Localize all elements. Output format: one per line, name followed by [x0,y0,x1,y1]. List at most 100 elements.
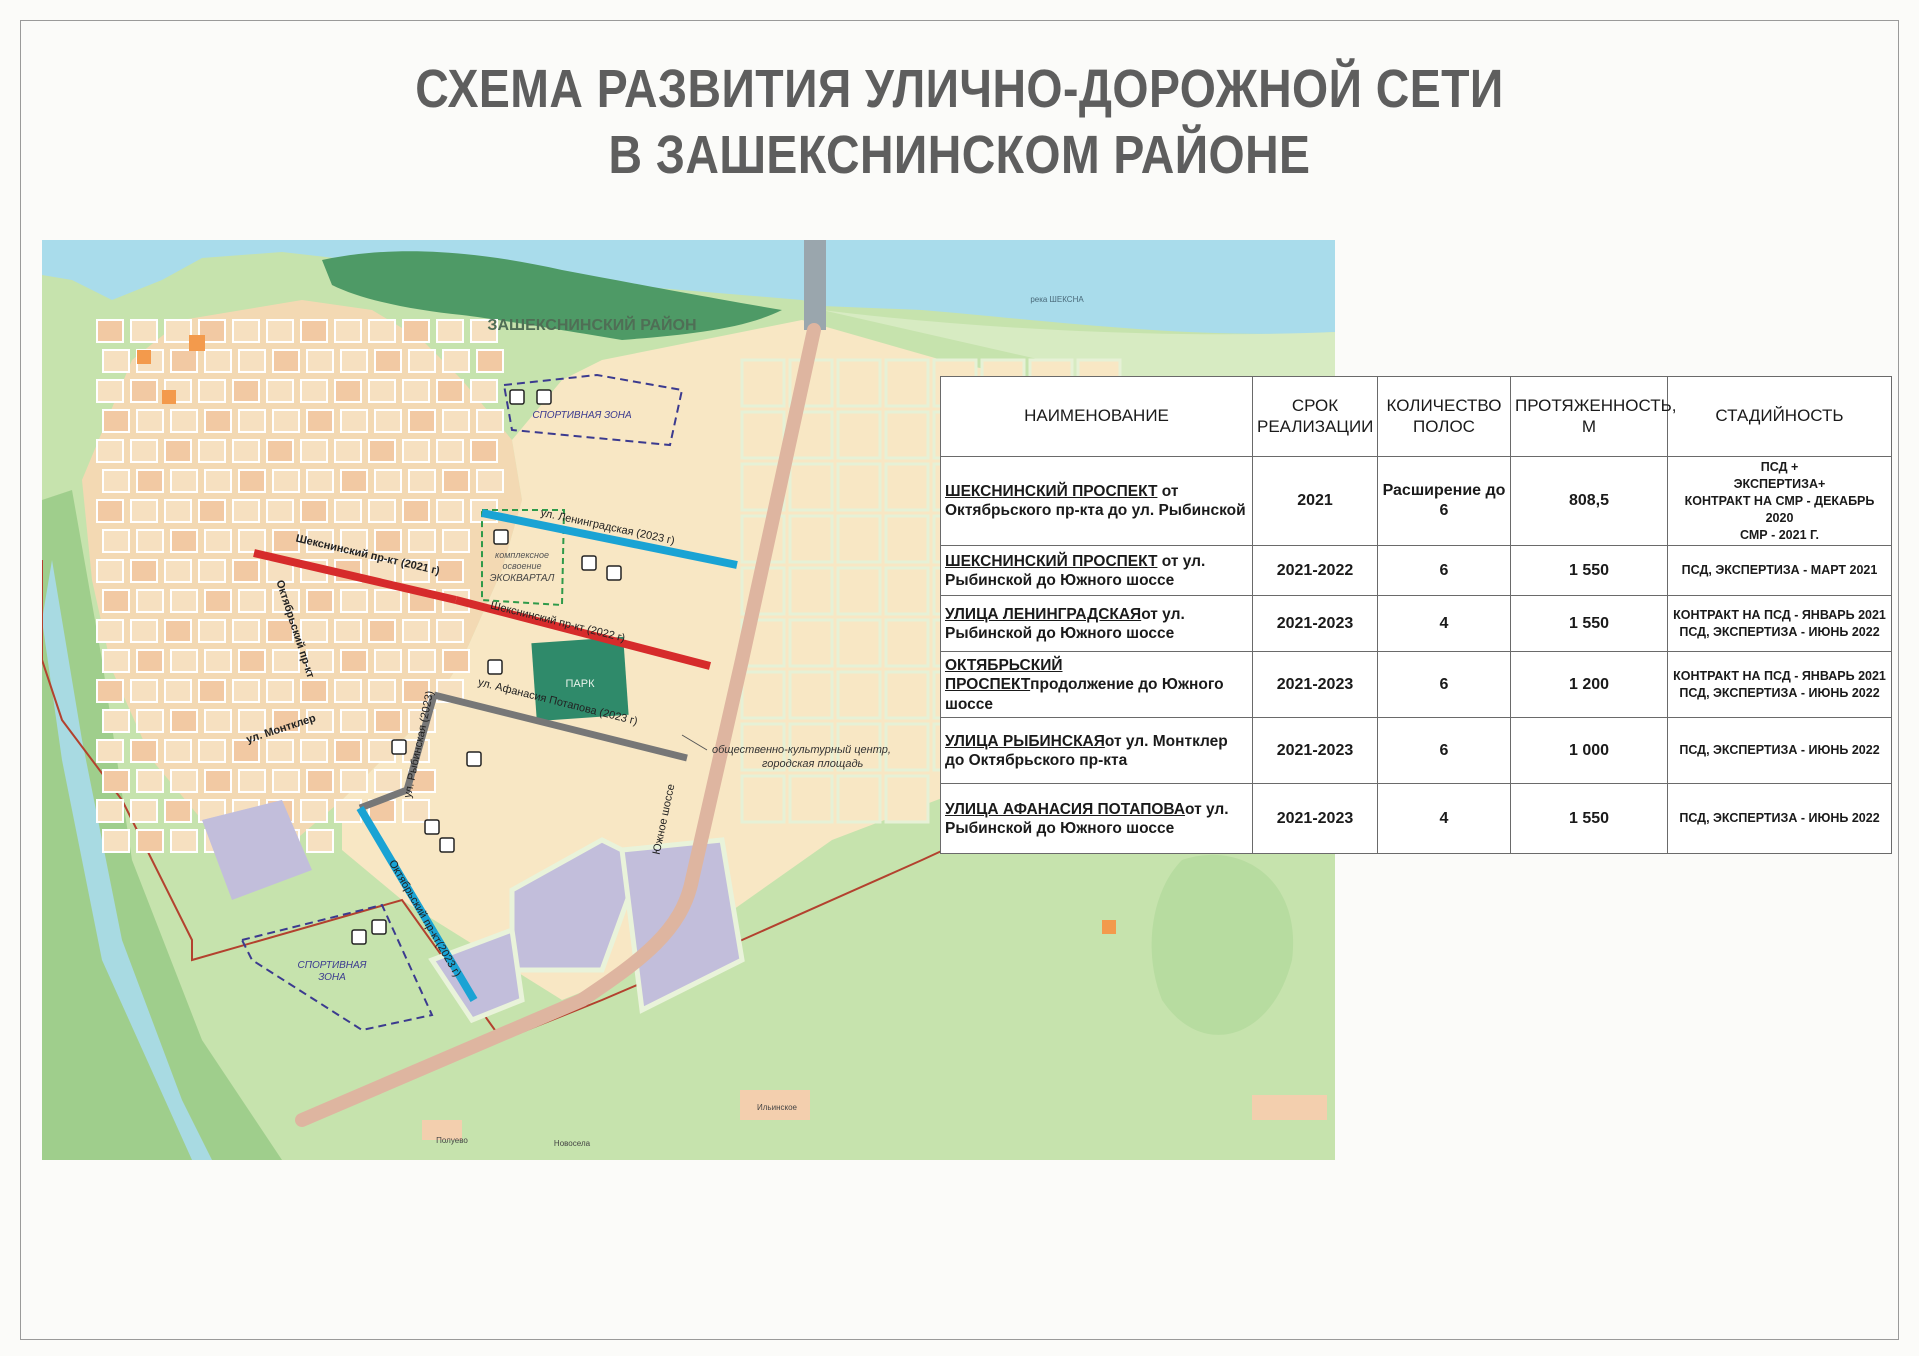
planned-parcel [884,566,930,616]
city-block [204,649,232,673]
building-marker [137,350,151,364]
city-block [408,349,436,373]
building-marker [1102,920,1116,934]
city-block [204,529,232,553]
city-block [238,349,266,373]
cell-name: УЛИЦА ЛЕНИНГРАДСКАЯот ул. Рыбинской до Ю… [940,595,1253,653]
city-block [266,499,294,523]
city-block [306,349,334,373]
city-block [136,589,164,613]
stadium-icon [351,929,367,945]
city-block [470,379,498,403]
city-block [96,619,124,643]
planned-parcel [836,670,882,720]
cell-lanes: 4 [1377,595,1511,653]
cell-stage: ПСД + ЭКСПЕРТИЗА+ КОНТРАКТ НА СМР - ДЕКА… [1667,455,1892,547]
city-block [442,649,470,673]
city-block [96,559,124,583]
eco-label-3: ЭКОКВАРТАЛ [490,573,555,584]
city-block [170,649,198,673]
city-block [130,739,158,763]
city-block [272,349,300,373]
city-block [408,649,436,673]
city-block [436,559,464,583]
city-block [238,409,266,433]
sport-zone-bottom-label-2: ЗОНА [318,972,346,983]
road-projects-table: НАИМЕНОВАНИЕ СРОК РЕАЛИЗАЦИИ КОЛИЧЕСТВО … [940,376,1892,855]
kindergarten-icon [424,819,440,835]
city-block [238,649,266,673]
cell-lanes: 6 [1377,545,1511,597]
city-block [238,529,266,553]
city-block [130,319,158,343]
city-block [408,409,436,433]
cell-stage: ПСД, ЭКСПЕРТИЗА - МАРТ 2021 [1667,545,1892,597]
city-block [232,439,260,463]
city-block [198,379,226,403]
city-block [164,799,192,823]
cell-stage: ПСД, ЭКСПЕРТИЗА - ИЮНЬ 2022 [1667,783,1892,855]
city-block [306,409,334,433]
city-block [232,379,260,403]
cell-name: УЛИЦА АФАНАСИЯ ПОТАПОВАот ул. Рыбинской … [940,783,1253,855]
cell-term: 2021-2023 [1252,595,1378,653]
village-east-area [1252,1095,1327,1120]
city-block [266,439,294,463]
school-icon [581,555,597,571]
city-block [340,349,368,373]
city-block [436,499,464,523]
city-block [170,529,198,553]
road-name: УЛИЦА ЛЕНИНГРАДСКАЯ [945,605,1142,623]
planned-parcel [788,566,834,616]
city-block [272,409,300,433]
planned-parcel [884,774,930,824]
city-block [470,439,498,463]
planned-parcel [788,514,834,564]
city-block [436,619,464,643]
city-block [170,709,198,733]
city-block [334,319,362,343]
planned-parcel [740,670,786,720]
city-block [198,559,226,583]
city-block [198,439,226,463]
city-block [402,619,430,643]
planned-parcel [884,462,930,512]
city-block [436,319,464,343]
planned-parcel [884,514,930,564]
header-stage: СТАДИЙНОСТЬ [1667,376,1892,457]
planned-parcel [788,618,834,668]
city-block [408,529,436,553]
header-term: СРОК РЕАЛИЗАЦИИ [1252,376,1378,457]
city-block [130,679,158,703]
city-block [300,799,328,823]
city-block [300,439,328,463]
city-block [374,649,402,673]
city-block [232,619,260,643]
cell-name: ШЕКСНИНСКИЙ ПРОСПЕКТ от ул. Рыбинской до… [940,545,1253,597]
city-block [164,439,192,463]
city-block [170,829,198,853]
label-cultural-center-1: общественно-культурный центр, [712,744,891,756]
city-block [102,829,130,853]
planned-parcel [836,774,882,824]
city-block [130,799,158,823]
city-block [96,499,124,523]
city-block [402,799,430,823]
planned-parcel [884,410,930,460]
city-block [136,409,164,433]
city-block [102,409,130,433]
stadium-icon [371,919,387,935]
cell-length: 1 550 [1510,545,1668,597]
page-title-line-2: В ЗАШЕКСНИНСКОМ РАЙОНЕ [608,125,1311,185]
city-block [436,379,464,403]
city-block [334,679,362,703]
city-block [232,559,260,583]
city-block [164,739,192,763]
cell-lanes: 4 [1377,783,1511,855]
city-block [442,349,470,373]
planned-parcel [740,358,786,408]
city-block [130,499,158,523]
cell-length: 1 200 [1510,651,1668,719]
cell-lanes: Расширение до 6 [1377,455,1511,547]
city-block [402,499,430,523]
